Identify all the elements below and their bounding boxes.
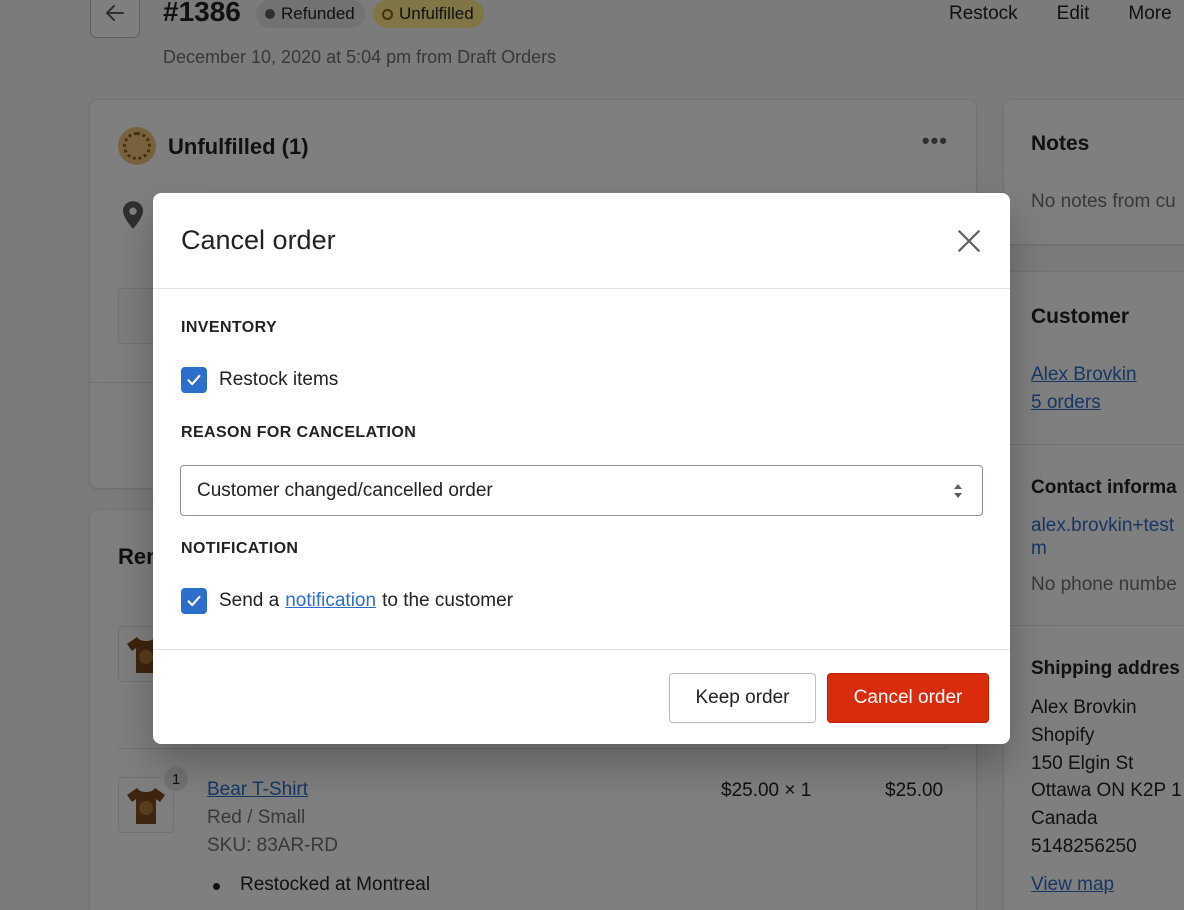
notification-label: NOTIFICATION [181,540,299,557]
checkmark-icon [187,374,201,386]
restock-items-label: Restock items [219,369,339,390]
modal-title: Cancel order [181,225,336,255]
modal-footer: Keep order Cancel order [153,649,1010,744]
modal-header: Cancel order [153,193,1010,289]
restock-items-row[interactable]: Restock items [181,367,338,393]
keep-order-button[interactable]: Keep order [669,673,816,723]
notify-suffix: to the customer [382,590,514,611]
cancel-order-button[interactable]: Cancel order [827,673,989,723]
checkmark-icon [187,595,201,607]
cancel-reason-value: Customer changed/cancelled order [197,479,493,501]
cancel-order-modal: Cancel order INVENTORY Restock items REA… [153,193,1010,744]
notify-prefix: Send a [219,590,280,611]
notification-link[interactable]: notification [285,590,376,612]
cancel-reason-select[interactable]: Customer changed/cancelled order [180,465,983,516]
restock-checkbox[interactable] [181,367,207,393]
inventory-label: INVENTORY [181,319,278,336]
reason-label: REASON FOR CANCELATION [181,424,417,441]
close-button[interactable] [954,226,984,256]
notification-checkbox[interactable] [181,588,207,614]
select-arrows-icon [954,484,962,498]
send-notification-row[interactable]: Send a notification to the customer [181,588,513,614]
close-icon [958,230,980,252]
